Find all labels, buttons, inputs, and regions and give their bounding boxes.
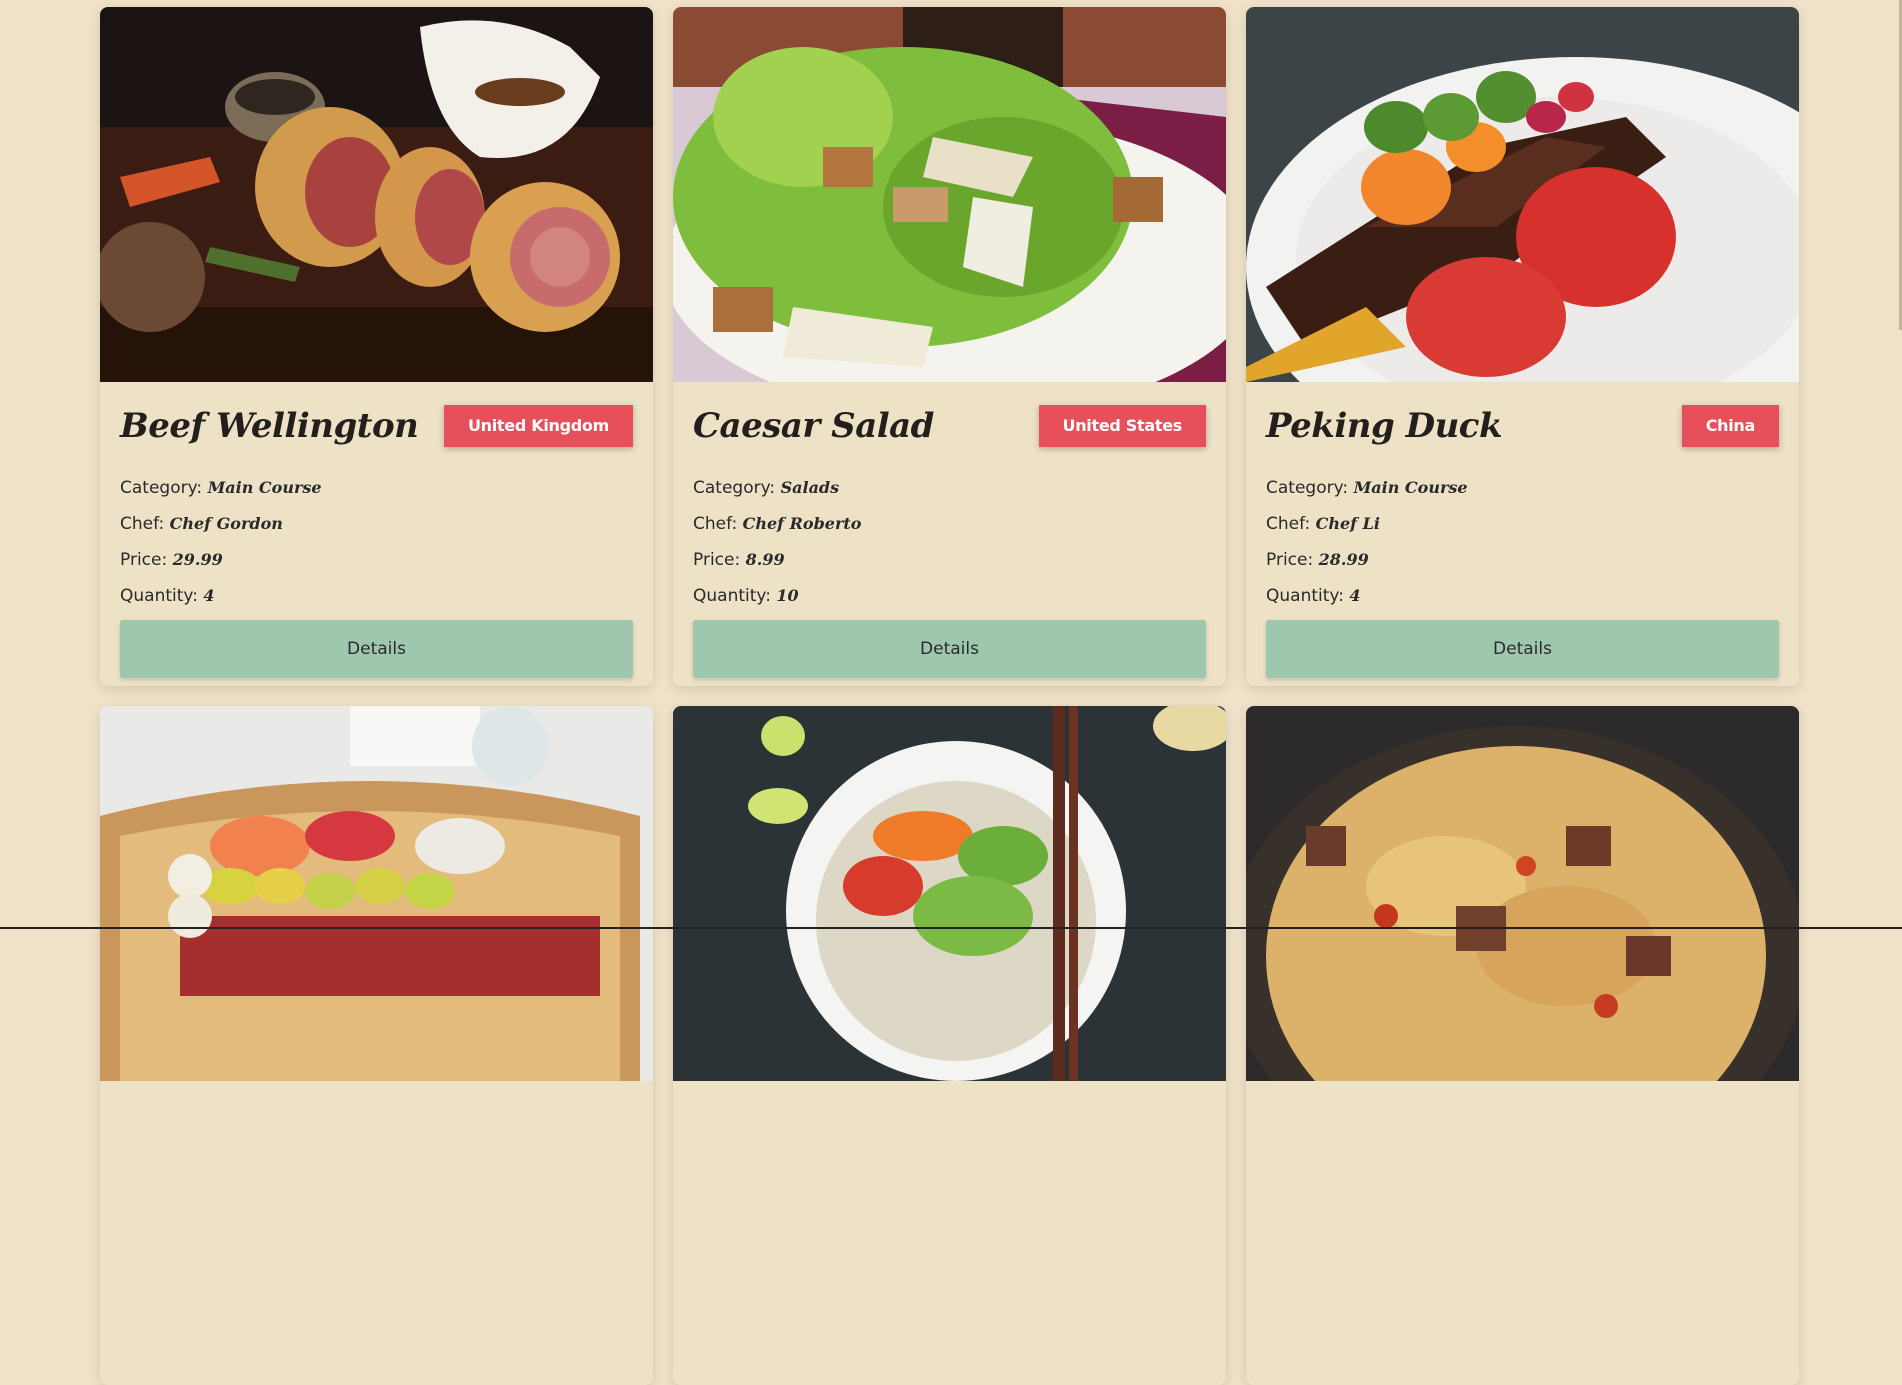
price-value: 29.99 bbox=[172, 550, 223, 569]
price-label: Price: bbox=[693, 550, 741, 570]
quantity-label: Quantity: bbox=[120, 586, 198, 606]
category-label: Category: bbox=[120, 478, 203, 498]
chef-label: Chef: bbox=[1266, 514, 1311, 534]
recipe-title: Caesar Salad bbox=[693, 406, 934, 446]
recipe-card bbox=[100, 706, 653, 1385]
price-value: 28.99 bbox=[1318, 550, 1369, 569]
chef-value: Chef Gordon bbox=[169, 514, 283, 533]
beef-pasta-image bbox=[1246, 706, 1799, 1081]
quantity-value: 10 bbox=[776, 586, 799, 605]
quantity-value: 4 bbox=[1349, 586, 1361, 605]
details-button[interactable]: Details bbox=[693, 620, 1206, 678]
category-label: Category: bbox=[693, 478, 776, 498]
recipe-title: Beef Wellington bbox=[120, 406, 419, 446]
chef-value: Chef Roberto bbox=[742, 514, 862, 533]
noodle-bowl-image bbox=[673, 706, 1226, 1081]
price-row: Price: 8.99 bbox=[693, 542, 1206, 578]
quantity-label: Quantity: bbox=[1266, 586, 1344, 606]
category-value: Salads bbox=[780, 478, 840, 497]
recipe-card bbox=[1246, 706, 1799, 1385]
chef-row: Chef: Chef Li bbox=[1266, 506, 1779, 542]
details-button[interactable]: Details bbox=[120, 620, 633, 678]
category-value: Main Course bbox=[207, 478, 322, 497]
country-badge: China bbox=[1681, 405, 1779, 447]
details-button[interactable]: Details bbox=[1266, 620, 1779, 678]
chef-label: Chef: bbox=[693, 514, 738, 534]
price-label: Price: bbox=[120, 550, 168, 570]
caesar-salad-image bbox=[673, 7, 1226, 382]
beef-wellington-image bbox=[100, 7, 653, 382]
peking-duck-image bbox=[1246, 7, 1799, 382]
recipe-grid: Beef Wellington United Kingdom Category:… bbox=[100, 7, 1799, 1385]
quantity-row: Quantity: 4 bbox=[120, 578, 633, 614]
category-row: Category: Salads bbox=[693, 470, 1206, 506]
chef-row: Chef: Chef Gordon bbox=[120, 506, 633, 542]
country-badge: United Kingdom bbox=[443, 405, 633, 447]
recipe-card: Peking Duck China Category: Main Course … bbox=[1246, 7, 1799, 686]
category-row: Category: Main Course bbox=[1266, 470, 1779, 506]
recipe-card: Beef Wellington United Kingdom Category:… bbox=[100, 7, 653, 686]
price-row: Price: 29.99 bbox=[120, 542, 633, 578]
category-row: Category: Main Course bbox=[120, 470, 633, 506]
country-badge: United States bbox=[1038, 405, 1206, 447]
quantity-label: Quantity: bbox=[693, 586, 771, 606]
recipe-card: Caesar Salad United States Category: Sal… bbox=[673, 7, 1226, 686]
chef-row: Chef: Chef Roberto bbox=[693, 506, 1206, 542]
chef-value: Chef Li bbox=[1315, 514, 1380, 533]
chef-label: Chef: bbox=[120, 514, 165, 534]
quantity-row: Quantity: 4 bbox=[1266, 578, 1779, 614]
price-value: 8.99 bbox=[745, 550, 785, 569]
recipe-title: Peking Duck bbox=[1266, 406, 1503, 446]
quantity-value: 4 bbox=[203, 586, 215, 605]
quantity-row: Quantity: 10 bbox=[693, 578, 1206, 614]
price-row: Price: 28.99 bbox=[1266, 542, 1779, 578]
category-label: Category: bbox=[1266, 478, 1349, 498]
price-label: Price: bbox=[1266, 550, 1314, 570]
category-value: Main Course bbox=[1353, 478, 1468, 497]
recipe-card bbox=[673, 706, 1226, 1385]
sushi-boat-image bbox=[100, 706, 653, 1081]
